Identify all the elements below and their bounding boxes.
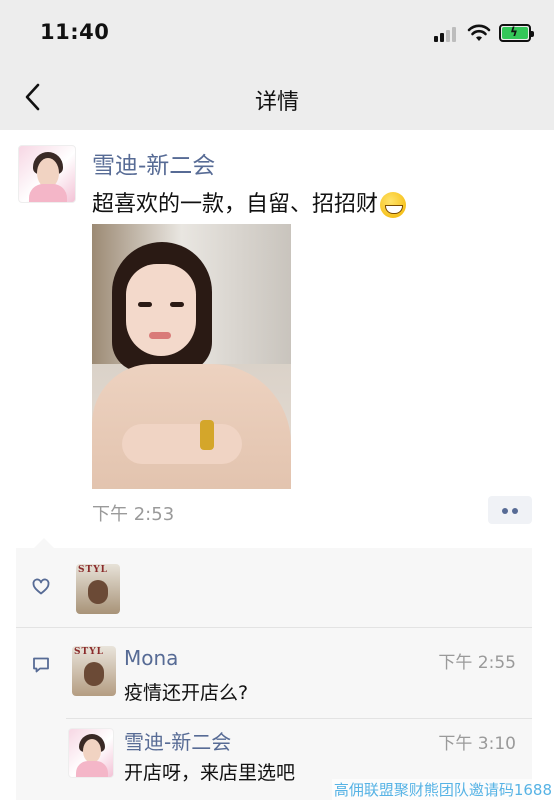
avatar-text: STYL [74, 647, 104, 657]
author-avatar[interactable] [18, 145, 76, 203]
like-user-avatar[interactable]: STYL [76, 564, 120, 614]
comment-bubble-icon [33, 657, 49, 673]
cellular-signal-icon [434, 26, 460, 42]
top-bar: 11:40 ϟ 详情 [0, 0, 554, 130]
post-timestamp: 下午 2:53 [92, 504, 175, 525]
comment-avatar[interactable]: STYL [72, 646, 116, 696]
comment-timestamp: 下午 2:55 [438, 653, 516, 673]
status-time: 11:40 [40, 20, 110, 44]
comment-text[interactable]: 开店呀，来店里选吧 [124, 758, 295, 785]
comment-divider [66, 718, 532, 719]
likes-divider [16, 627, 532, 628]
post-text-content: 超喜欢的一款，自留、招招财 [92, 192, 379, 217]
post-photo[interactable] [92, 224, 291, 489]
avatar-text: STYL [78, 565, 108, 575]
more-actions-button[interactable] [488, 496, 532, 524]
post-text: 超喜欢的一款，自留、招招财 [92, 186, 407, 218]
comment-timestamp: 下午 3:10 [438, 734, 516, 754]
interaction-panel: STYL STYL Mona 下午 2:55 疫情还开店么? 雪迪-新二会 下午… [16, 538, 532, 800]
comment-text[interactable]: 疫情还开店么? [124, 678, 248, 705]
post-author-name[interactable]: 雪迪-新二会 [92, 146, 215, 180]
battery-charging-icon: ϟ [499, 24, 534, 42]
page-title: 详情 [254, 90, 299, 115]
watermark-text: 高佣联盟聚财熊团队邀请码1688 [331, 779, 554, 800]
comment-avatar[interactable] [68, 728, 114, 778]
comment-author-name[interactable]: Mona [124, 646, 178, 670]
grinning-face-emoji-icon [380, 192, 407, 218]
wifi-icon [467, 24, 491, 41]
heart-outline-icon [32, 578, 50, 595]
comment-author-name[interactable]: 雪迪-新二会 [124, 726, 231, 755]
